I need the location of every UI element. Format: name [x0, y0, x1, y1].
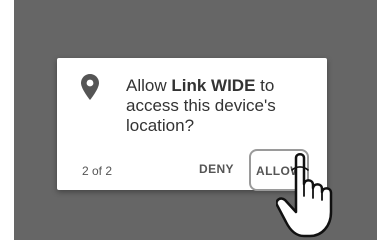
permission-message: Allow Link WIDE to access this device's … — [126, 76, 316, 136]
message-prefix: Allow — [126, 76, 172, 95]
hand-pointer-icon — [276, 153, 333, 238]
screenshot-canvas: Allow Link WIDE to access this device's … — [0, 0, 392, 240]
app-name: Link WIDE — [171, 76, 256, 95]
deny-button[interactable]: DENY — [199, 162, 234, 176]
location-pin-icon — [81, 74, 99, 100]
permission-counter: 2 of 2 — [82, 164, 113, 178]
